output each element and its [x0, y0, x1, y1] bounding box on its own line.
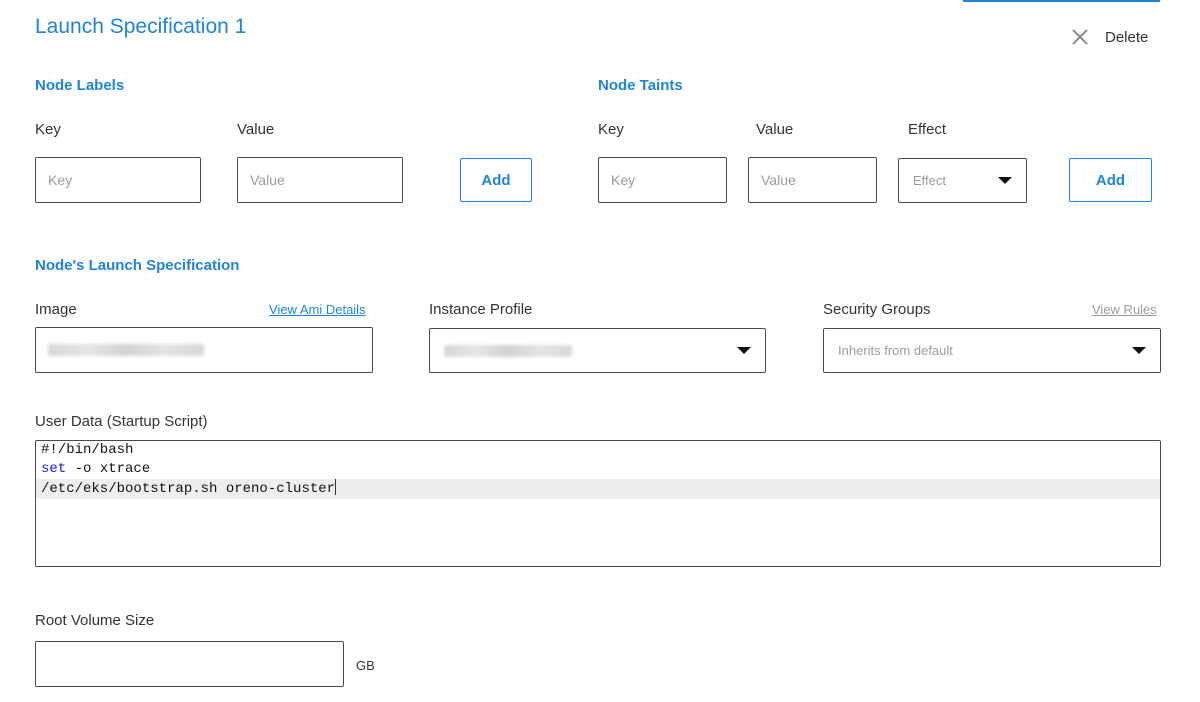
security-groups-select[interactable]: Inherits from default [823, 328, 1161, 373]
root-volume-label: Root Volume Size [35, 612, 155, 629]
launch-spec-title: Node's Launch Specification [35, 257, 240, 274]
delete-label: Delete [1105, 28, 1149, 46]
text-cursor [335, 479, 337, 495]
chevron-down-icon [998, 177, 1012, 184]
code-line-3: /etc/eks/bootstrap.sh oreno-cluster [41, 481, 336, 497]
code-line-2: -o xtrace [66, 461, 151, 477]
code-keyword: set [41, 461, 67, 477]
user-data-label: User Data (Startup Script) [35, 413, 208, 430]
code-line-active: /etc/eks/bootstrap.sh oreno-cluster [36, 479, 1160, 499]
instance-profile-label: Instance Profile [429, 301, 533, 318]
delete-button[interactable]: Delete [1068, 24, 1148, 50]
root-volume-input[interactable] [35, 641, 344, 687]
view-ami-details-link[interactable]: View Ami Details [269, 302, 366, 317]
instance-profile-value-redacted [444, 344, 572, 357]
node-taints-title: Node Taints [598, 77, 683, 94]
node-label-value-input[interactable] [237, 157, 403, 203]
image-input[interactable] [35, 327, 373, 373]
page-title: Launch Specification 1 [35, 15, 247, 38]
security-groups-placeholder: Inherits from default [838, 343, 953, 358]
code-line: #!/bin/bash [36, 441, 1160, 460]
image-value-redacted [48, 344, 204, 356]
instance-profile-select[interactable] [429, 328, 766, 373]
view-rules-link[interactable]: View Rules [1092, 302, 1157, 317]
root-volume-unit: GB [356, 658, 375, 673]
top-accent-bar [963, 0, 1160, 2]
node-label-value-label: Value [237, 121, 275, 138]
node-taint-effect-select[interactable]: Effect [898, 158, 1027, 203]
node-taint-effect-label: Effect [908, 121, 947, 138]
node-label-key-label: Key [35, 121, 61, 138]
node-label-key-input[interactable] [35, 157, 201, 203]
code-line-1: #!/bin/bash [41, 442, 134, 458]
node-taint-value-input[interactable] [748, 157, 877, 203]
effect-placeholder: Effect [913, 173, 947, 188]
node-taint-key-label: Key [598, 121, 624, 138]
code-line: set -o xtrace [36, 460, 1160, 479]
security-groups-label: Security Groups [823, 301, 931, 318]
add-node-taint-button[interactable]: Add [1069, 158, 1152, 202]
node-taint-value-label: Value [756, 121, 794, 138]
node-labels-title: Node Labels [35, 77, 125, 94]
image-label: Image [35, 301, 77, 318]
user-data-editor[interactable]: #!/bin/bash set -o xtrace /etc/eks/boots… [35, 440, 1161, 567]
chevron-down-icon [737, 347, 751, 354]
close-icon[interactable] [1068, 25, 1092, 49]
node-taint-key-input[interactable] [598, 157, 727, 203]
chevron-down-icon [1132, 347, 1146, 354]
add-node-label-button[interactable]: Add [460, 158, 532, 202]
